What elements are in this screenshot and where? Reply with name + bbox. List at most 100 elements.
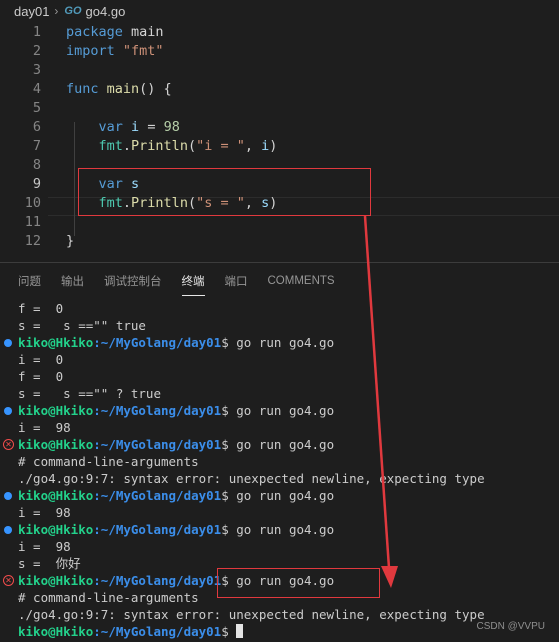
prompt-user: kiko@Hkiko [18, 624, 94, 639]
code-text: package main [66, 23, 164, 42]
terminal-prompt-line: kiko@Hkiko:~/MyGolang/day01$ go run go4.… [0, 487, 559, 504]
annotation-box-code [78, 168, 371, 216]
prompt-dollar: $ [221, 437, 229, 452]
panel-tab[interactable]: 输出 [61, 265, 84, 295]
terminal-output-line: s = s =="" ? true [0, 385, 559, 402]
code-token: , [244, 138, 262, 154]
output-text: i = 0 [18, 352, 64, 367]
output-text: # command-line-arguments [18, 590, 199, 605]
command-success-icon[interactable] [4, 492, 12, 500]
prompt-text: kiko@Hkiko:~/MyGolang/day01$ [18, 623, 244, 640]
prompt-text: kiko@Hkiko:~/MyGolang/day01$ go run go4.… [18, 402, 334, 419]
code-token: () { [139, 81, 172, 97]
terminal-prompt-line: kiko@Hkiko:~/MyGolang/day01$ [0, 623, 559, 640]
code-token: var [98, 119, 123, 135]
terminal-output-line: # command-line-arguments [0, 453, 559, 470]
prompt-path: :~/MyGolang/day01 [93, 624, 222, 639]
code-text: fmt.Println("i = ", i) [66, 137, 278, 156]
terminal-output-line: f = 0 [0, 368, 559, 385]
prompt-user: kiko@Hkiko [18, 403, 94, 418]
code-line[interactable]: 2 import "fmt" [0, 42, 559, 61]
code-token: } [66, 233, 75, 249]
prompt-user: kiko@Hkiko [18, 522, 94, 537]
code-token: fmt [98, 138, 123, 154]
code-token: 98 [163, 119, 180, 135]
prompt-text: kiko@Hkiko:~/MyGolang/day01$ go run go4.… [18, 334, 334, 351]
prompt-command [229, 624, 237, 639]
terminal-prompt-line: ✕ kiko@Hkiko:~/MyGolang/day01$ go run go4… [0, 436, 559, 453]
prompt-dollar: $ [221, 624, 229, 639]
code-line[interactable]: 3 [0, 61, 559, 80]
terminal-output-line: i = 0 [0, 351, 559, 368]
prompt-command: go run go4.go [228, 522, 335, 537]
prompt-text: kiko@Hkiko:~/MyGolang/day01$ go run go4.… [18, 436, 334, 453]
prompt-user: kiko@Hkiko [18, 573, 94, 588]
command-success-icon[interactable] [4, 339, 12, 347]
code-token: Println [131, 138, 188, 154]
code-line[interactable]: 4 func main() { [0, 80, 559, 99]
code-token: func [66, 81, 99, 97]
prompt-command: go run go4.go [228, 335, 335, 350]
panel-tab[interactable]: COMMENTS [268, 267, 335, 293]
line-number: 9 [32, 176, 41, 192]
code-text: var i = 98 [66, 118, 180, 137]
line-number: 3 [32, 62, 41, 78]
code-token: ( [187, 138, 197, 154]
panel-tab[interactable]: 端口 [225, 265, 248, 295]
code-token: ) [269, 138, 278, 154]
code-text: func main() { [66, 80, 172, 99]
terminal-output-line: f = 0 [0, 300, 559, 317]
code-editor[interactable]: 1 package main 2 import "fmt" 3 4 func main() … [0, 22, 559, 262]
prompt-path: :~/MyGolang/day01 [93, 335, 222, 350]
code-line[interactable]: 5 [0, 99, 559, 118]
command-success-icon[interactable] [4, 526, 12, 534]
output-text: f = 0 [18, 369, 64, 384]
code-token: = [139, 119, 164, 135]
output-text: # command-line-arguments [18, 454, 199, 469]
prompt-user: kiko@Hkiko [18, 335, 94, 350]
command-success-icon[interactable] [4, 407, 12, 415]
breadcrumb-file[interactable]: go4.go [86, 4, 126, 19]
panel-tabs: 问题 输出 调试控制台 终端 端口 COMMENTS [0, 263, 559, 297]
prompt-user: kiko@Hkiko [18, 437, 94, 452]
output-text: s = 你好 [18, 556, 81, 571]
panel-tab[interactable]: 问题 [18, 265, 41, 295]
command-error-icon[interactable]: ✕ [3, 439, 14, 450]
output-text: i = 98 [18, 505, 71, 520]
code-token: package [66, 24, 123, 40]
code-token: "i = " [196, 138, 245, 154]
line-number: 8 [32, 157, 41, 173]
prompt-text: kiko@Hkiko:~/MyGolang/day01$ go run go4.… [18, 521, 334, 538]
prompt-path: :~/MyGolang/day01 [93, 573, 222, 588]
terminal-output-line: i = 98 [0, 538, 559, 555]
code-line[interactable]: 12} [0, 232, 559, 251]
line-number: 11 [24, 214, 41, 230]
output-text: i = 98 [18, 420, 71, 435]
panel-tab[interactable]: 终端 [181, 265, 205, 296]
prompt-text: kiko@Hkiko:~/MyGolang/day01$ go run go4.… [18, 487, 334, 504]
prompt-path: :~/MyGolang/day01 [93, 403, 222, 418]
prompt-path: :~/MyGolang/day01 [93, 437, 222, 452]
panel-tab[interactable]: 调试控制台 [104, 265, 162, 295]
line-number: 2 [32, 43, 41, 59]
line-number: 10 [24, 195, 41, 211]
code-line[interactable]: 1 package main [0, 23, 559, 42]
prompt-command: go run go4.go [228, 488, 335, 503]
line-number: 4 [32, 81, 41, 97]
breadcrumb-folder[interactable]: day01 [14, 4, 49, 19]
command-error-icon[interactable]: ✕ [3, 575, 14, 586]
code-token: "fmt" [122, 43, 164, 59]
code-line[interactable]: 7 fmt.Println("i = ", i) [0, 137, 559, 156]
output-text: ./go4.go:9:7: syntax error: unexpected n… [18, 607, 485, 622]
code-token: i [131, 119, 140, 135]
line-number: 1 [32, 24, 41, 40]
code-token: main [131, 24, 164, 40]
prompt-user: kiko@Hkiko [18, 488, 94, 503]
go-file-icon: GO [64, 5, 82, 17]
terminal-output-line: ./go4.go:9:7: syntax error: unexpected n… [0, 470, 559, 487]
code-line[interactable]: 6 var i = 98 [0, 118, 559, 137]
terminal-output-line: i = 98 [0, 419, 559, 436]
